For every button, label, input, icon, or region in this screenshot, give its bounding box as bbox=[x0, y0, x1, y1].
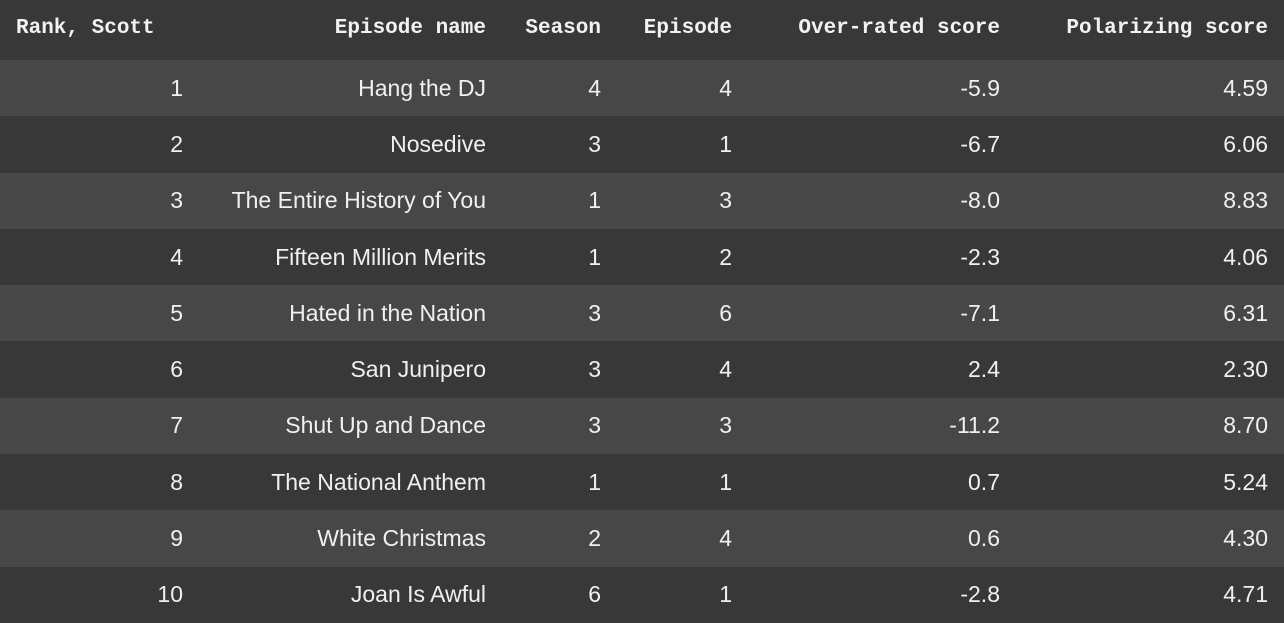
cell-season: 1 bbox=[588, 468, 601, 495]
cell-episode-name: Shut Up and Dance bbox=[285, 412, 486, 439]
cell-episode-name: San Junipero bbox=[350, 356, 486, 383]
cell-rank: 1 bbox=[170, 74, 183, 101]
cell-rank: 4 bbox=[170, 243, 183, 270]
cell-rank: 9 bbox=[170, 525, 183, 552]
table-header: Rank, Scott Episode name Season Episode … bbox=[0, 0, 1284, 60]
cell-season: 6 bbox=[588, 581, 601, 608]
cell-episode: 4 bbox=[719, 74, 732, 101]
cell-polarizing-score: 5.24 bbox=[1223, 468, 1268, 495]
cell-season: 1 bbox=[588, 243, 601, 270]
table-row: 8 The National Anthem 1 1 0.7 5.24 bbox=[0, 454, 1284, 511]
cell-episode: 3 bbox=[719, 412, 732, 439]
cell-season: 3 bbox=[588, 356, 601, 383]
cell-over-rated-score: -11.2 bbox=[949, 412, 1000, 439]
table-row: 9 White Christmas 2 4 0.6 4.30 bbox=[0, 510, 1284, 567]
table-row: 6 San Junipero 3 4 2.4 2.30 bbox=[0, 341, 1284, 398]
cell-episode: 2 bbox=[719, 243, 732, 270]
cell-episode: 3 bbox=[719, 187, 732, 214]
table-row: 5 Hated in the Nation 3 6 -7.1 6.31 bbox=[0, 285, 1284, 342]
cell-episode: 1 bbox=[719, 468, 732, 495]
cell-episode: 4 bbox=[719, 525, 732, 552]
cell-rank: 6 bbox=[170, 356, 183, 383]
cell-rank: 3 bbox=[170, 187, 183, 214]
cell-episode-name: Hang the DJ bbox=[358, 74, 486, 101]
cell-season: 1 bbox=[588, 187, 601, 214]
table-row: 7 Shut Up and Dance 3 3 -11.2 8.70 bbox=[0, 397, 1284, 455]
cell-episode-name: Joan Is Awful bbox=[350, 581, 486, 608]
cell-polarizing-score: 2.30 bbox=[1223, 356, 1268, 383]
column-header-rank[interactable]: Rank, Scott bbox=[0, 0, 193, 60]
cell-polarizing-score: 6.31 bbox=[1223, 299, 1268, 326]
cell-over-rated-score: -8.0 bbox=[960, 187, 1000, 214]
table-row: 10 Joan Is Awful 6 1 -2.8 4.71 bbox=[0, 566, 1284, 623]
cell-over-rated-score: 0.6 bbox=[968, 525, 1000, 552]
cell-over-rated-score: -7.1 bbox=[960, 299, 1000, 326]
cell-polarizing-score: 4.30 bbox=[1223, 525, 1268, 552]
cell-episode-name: The National Anthem bbox=[271, 468, 486, 495]
cell-over-rated-score: 2.4 bbox=[968, 356, 1000, 383]
column-header-polarizing-score[interactable]: Polarizing score bbox=[1012, 0, 1284, 60]
cell-polarizing-score: 4.71 bbox=[1223, 581, 1268, 608]
cell-polarizing-score: 6.06 bbox=[1223, 130, 1268, 157]
cell-season: 3 bbox=[588, 412, 601, 439]
cell-polarizing-score: 4.06 bbox=[1223, 243, 1268, 270]
cell-polarizing-score: 8.83 bbox=[1223, 187, 1268, 214]
cell-episode-name: The Entire History of You bbox=[231, 187, 486, 214]
data-table: Rank, Scott Episode name Season Episode … bbox=[0, 0, 1284, 623]
cell-season: 4 bbox=[588, 74, 601, 101]
cell-episode-name: Nosedive bbox=[390, 130, 486, 157]
cell-rank: 7 bbox=[170, 412, 183, 439]
cell-episode: 1 bbox=[719, 130, 732, 157]
cell-episode: 4 bbox=[719, 356, 732, 383]
cell-rank: 2 bbox=[170, 130, 183, 157]
cell-rank: 8 bbox=[170, 468, 183, 495]
cell-season: 2 bbox=[588, 525, 601, 552]
table-row: 4 Fifteen Million Merits 1 2 -2.3 4.06 bbox=[0, 228, 1284, 286]
cell-episode-name: White Christmas bbox=[317, 525, 486, 552]
column-header-over-rated-score[interactable]: Over-rated score bbox=[744, 0, 1012, 60]
cell-polarizing-score: 8.70 bbox=[1223, 412, 1268, 439]
column-header-episode[interactable]: Episode bbox=[613, 0, 744, 60]
cell-season: 3 bbox=[588, 299, 601, 326]
cell-episode-name: Hated in the Nation bbox=[289, 299, 486, 326]
cell-over-rated-score: -2.8 bbox=[960, 581, 1000, 608]
table-row: 1 Hang the DJ 4 4 -5.9 4.59 bbox=[0, 60, 1284, 117]
cell-episode-name: Fifteen Million Merits bbox=[275, 243, 486, 270]
cell-episode: 1 bbox=[719, 581, 732, 608]
cell-over-rated-score: 0.7 bbox=[968, 468, 1000, 495]
table-body: 1 Hang the DJ 4 4 -5.9 4.59 2 Nosedive 3… bbox=[0, 60, 1284, 623]
table-row: 3 The Entire History of You 1 3 -8.0 8.8… bbox=[0, 172, 1284, 229]
column-header-episode-name[interactable]: Episode name bbox=[193, 0, 498, 60]
column-header-season[interactable]: Season bbox=[498, 0, 613, 60]
table-row: 2 Nosedive 3 1 -6.7 6.06 bbox=[0, 116, 1284, 173]
cell-over-rated-score: -5.9 bbox=[960, 74, 1000, 101]
cell-season: 3 bbox=[588, 130, 601, 157]
header-row: Rank, Scott Episode name Season Episode … bbox=[0, 0, 1284, 60]
cell-over-rated-score: -2.3 bbox=[960, 243, 1000, 270]
cell-over-rated-score: -6.7 bbox=[960, 130, 1000, 157]
cell-rank: 5 bbox=[170, 299, 183, 326]
cell-polarizing-score: 4.59 bbox=[1223, 74, 1268, 101]
cell-rank: 10 bbox=[157, 581, 183, 608]
cell-episode: 6 bbox=[719, 299, 732, 326]
